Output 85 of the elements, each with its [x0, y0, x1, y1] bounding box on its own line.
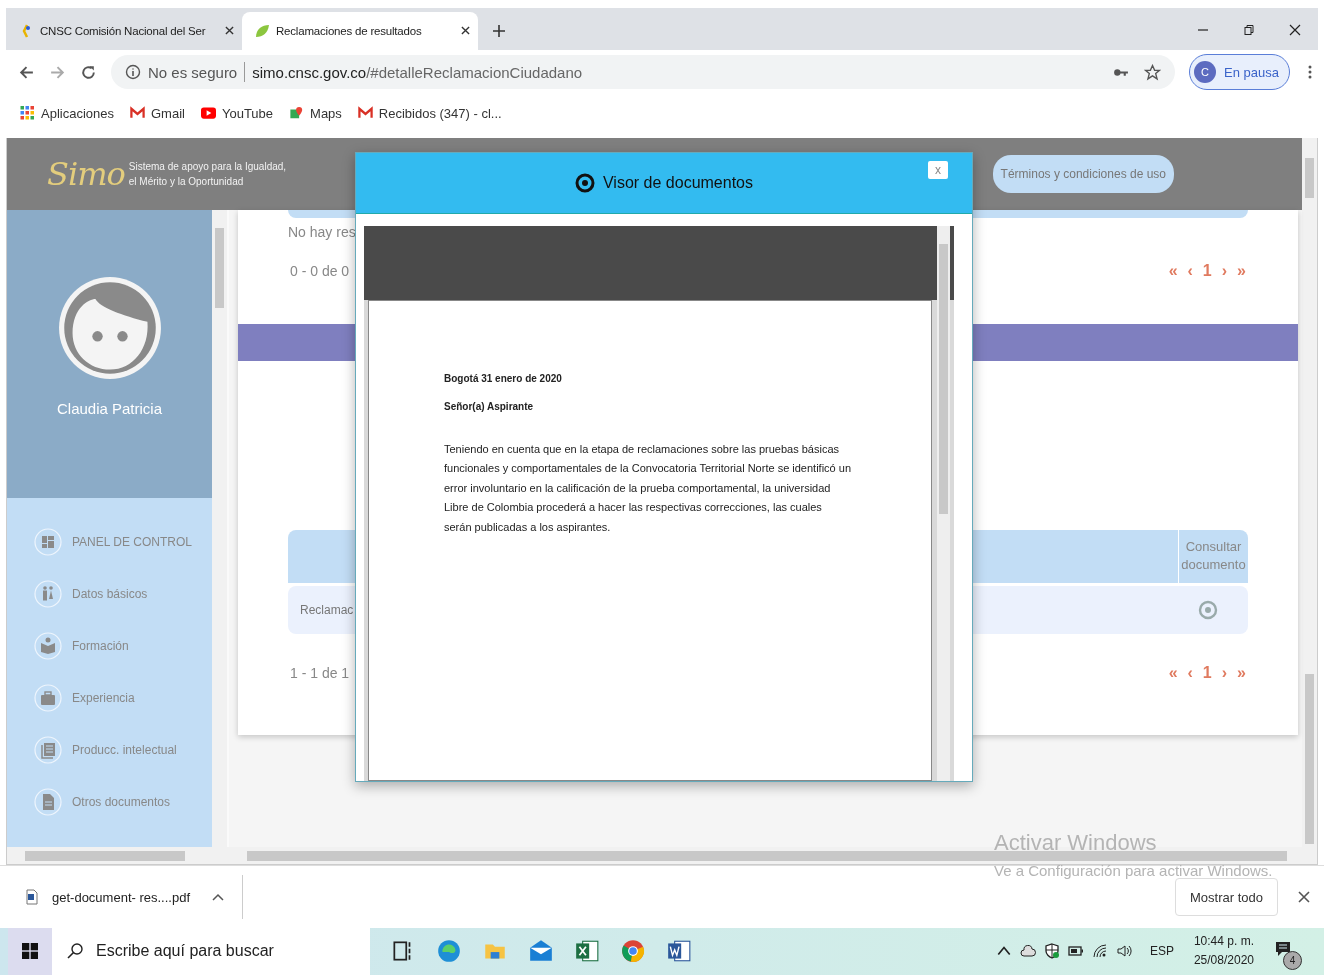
- browser-tab[interactable]: Reclamaciones de resultados: [242, 11, 478, 50]
- user-name: Claudia Patricia: [56, 400, 163, 418]
- documents-icon: [34, 735, 62, 764]
- caret-icon[interactable]: [212, 893, 224, 901]
- close-icon[interactable]: [1298, 891, 1310, 903]
- taskbar-search-field[interactable]: Escribe aquí para buscar: [52, 928, 370, 975]
- wifi-icon[interactable]: [1091, 943, 1108, 960]
- close-icon[interactable]: [225, 26, 234, 36]
- file-icon: [34, 787, 62, 816]
- column-header: Consultar documento: [1178, 529, 1248, 583]
- close-icon[interactable]: [1289, 23, 1301, 36]
- activation-title: Activar Windows: [994, 829, 1158, 856]
- restore-icon[interactable]: [1243, 23, 1255, 36]
- mail-m-icon: [130, 106, 145, 121]
- play-icon: [200, 106, 216, 121]
- next-page-link[interactable]: ›: [1221, 261, 1228, 280]
- bookmark-link[interactable]: Gmail: [130, 105, 185, 121]
- sidebar-item[interactable]: Producc. intelectual: [7, 735, 212, 764]
- document-icon: [26, 889, 38, 905]
- dashboard-icon: [34, 527, 62, 556]
- leaf-icon: [254, 22, 270, 39]
- sidebar-item[interactable]: Otros documentos: [7, 787, 212, 816]
- document-date: Bogotá 31 enero de 2020: [444, 372, 563, 384]
- star-icon[interactable]: [1144, 63, 1162, 81]
- previous-page-link[interactable]: ‹: [1187, 663, 1193, 682]
- first-page-link[interactable]: «: [1168, 663, 1178, 682]
- bookmark-link[interactable]: Maps: [289, 105, 342, 121]
- sidebar-item[interactable]: Formación: [7, 631, 212, 660]
- clock[interactable]: 10:44 p. m. 25/08/2020: [1193, 932, 1254, 971]
- notification-count: 4: [1283, 951, 1302, 971]
- previous-page-link[interactable]: ‹: [1187, 261, 1193, 280]
- table-cell: Reclamac: [300, 602, 354, 617]
- start-button[interactable]: [8, 928, 52, 975]
- bookmark-link[interactable]: Recibidos (347) - cl...: [357, 105, 502, 121]
- shield-icon[interactable]: [1043, 943, 1060, 960]
- sidebar-item[interactable]: Experiencia: [7, 683, 212, 712]
- download-item[interactable]: get-document- res....pdf: [26, 875, 243, 919]
- cloud-icon[interactable]: [1019, 943, 1036, 960]
- close-button[interactable]: x: [928, 160, 948, 179]
- show-all-button[interactable]: Mostrar todo: [1175, 878, 1278, 916]
- page-link[interactable]: 1: [1202, 261, 1212, 280]
- bookmark-link[interactable]: YouTube: [200, 105, 274, 121]
- range-text: 1 - 1 de 1: [290, 664, 350, 681]
- new-tab-icon[interactable]: [492, 23, 506, 38]
- sidebar-item[interactable]: Datos básicos: [7, 579, 212, 608]
- next-page-link[interactable]: ›: [1221, 663, 1228, 682]
- speaker-icon[interactable]: [1115, 943, 1132, 960]
- book-icon: [34, 631, 62, 660]
- windows-icon: [22, 943, 38, 960]
- close-icon[interactable]: [461, 26, 470, 36]
- browser-icon[interactable]: [436, 938, 462, 965]
- address-bar[interactable]: No es seguro simo.cnsc.gov.co/#detalleReclamacionCiudadano: [111, 55, 1176, 90]
- last-page-link[interactable]: »: [1237, 261, 1246, 280]
- range-text: 0 - 0 de 0: [290, 262, 350, 279]
- notification-icon[interactable]: [1274, 940, 1292, 959]
- first-page-link[interactable]: «: [1168, 261, 1178, 280]
- page-link[interactable]: 1: [1202, 663, 1212, 682]
- empty-message: No hay res: [288, 223, 357, 240]
- map-pin-icon: [289, 106, 305, 121]
- last-page-link[interactable]: »: [1237, 663, 1246, 682]
- activation-message: Ve a Configuración para activar Windows.: [994, 861, 1273, 879]
- sidebar-item[interactable]: PANEL DE CONTROL: [7, 527, 212, 556]
- menu-icon[interactable]: [1308, 64, 1312, 81]
- document-paragraph: Teniendo en cuenta que en la etapa de reclamaciones sobre las pruebas básicas funcionales y comportamentales de la Convocatoria Territorial Norte se identificó un error involuntario en la calificación de la prueba comportamental, la universidad Libre de Colombia procederá a hacer las respectivas correcciones, las cuales serán publicadas a los aspirantes.: [444, 441, 851, 535]
- url-text: simo.cnsc.gov.co/#detalleReclamacionCiudadano: [252, 63, 583, 81]
- bookmark-link[interactable]: Aplicaciones: [20, 105, 114, 121]
- chrome-icon[interactable]: [620, 938, 646, 965]
- profile-button[interactable]: C En pausa: [1189, 54, 1290, 91]
- avatar-icon: [57, 276, 162, 381]
- browser-tab[interactable]: CNSC Comisión Nacional del Ser: [6, 11, 242, 50]
- briefcase-icon: [34, 683, 62, 712]
- language-indicator[interactable]: ESP: [1149, 944, 1174, 959]
- search-icon: [66, 942, 84, 961]
- eye-icon: [575, 172, 595, 193]
- document-salutation: Señor(a) Aspirante: [444, 400, 535, 412]
- mail-m-icon: [357, 106, 373, 121]
- dialog-title: Visor de documentos: [603, 173, 753, 192]
- security-label: No es seguro: [148, 63, 238, 81]
- people-icon: [34, 579, 62, 608]
- apps-grid-icon: [20, 106, 35, 121]
- logo-tagline: Sistema de apoyo para la Igualdad, el Mérito y la Oportunidad: [128, 159, 287, 189]
- terms-button[interactable]: Términos y condiciones de uso: [992, 154, 1174, 193]
- logo: Simo: [47, 154, 125, 193]
- reload-icon[interactable]: [80, 63, 97, 81]
- info-icon: [125, 64, 141, 81]
